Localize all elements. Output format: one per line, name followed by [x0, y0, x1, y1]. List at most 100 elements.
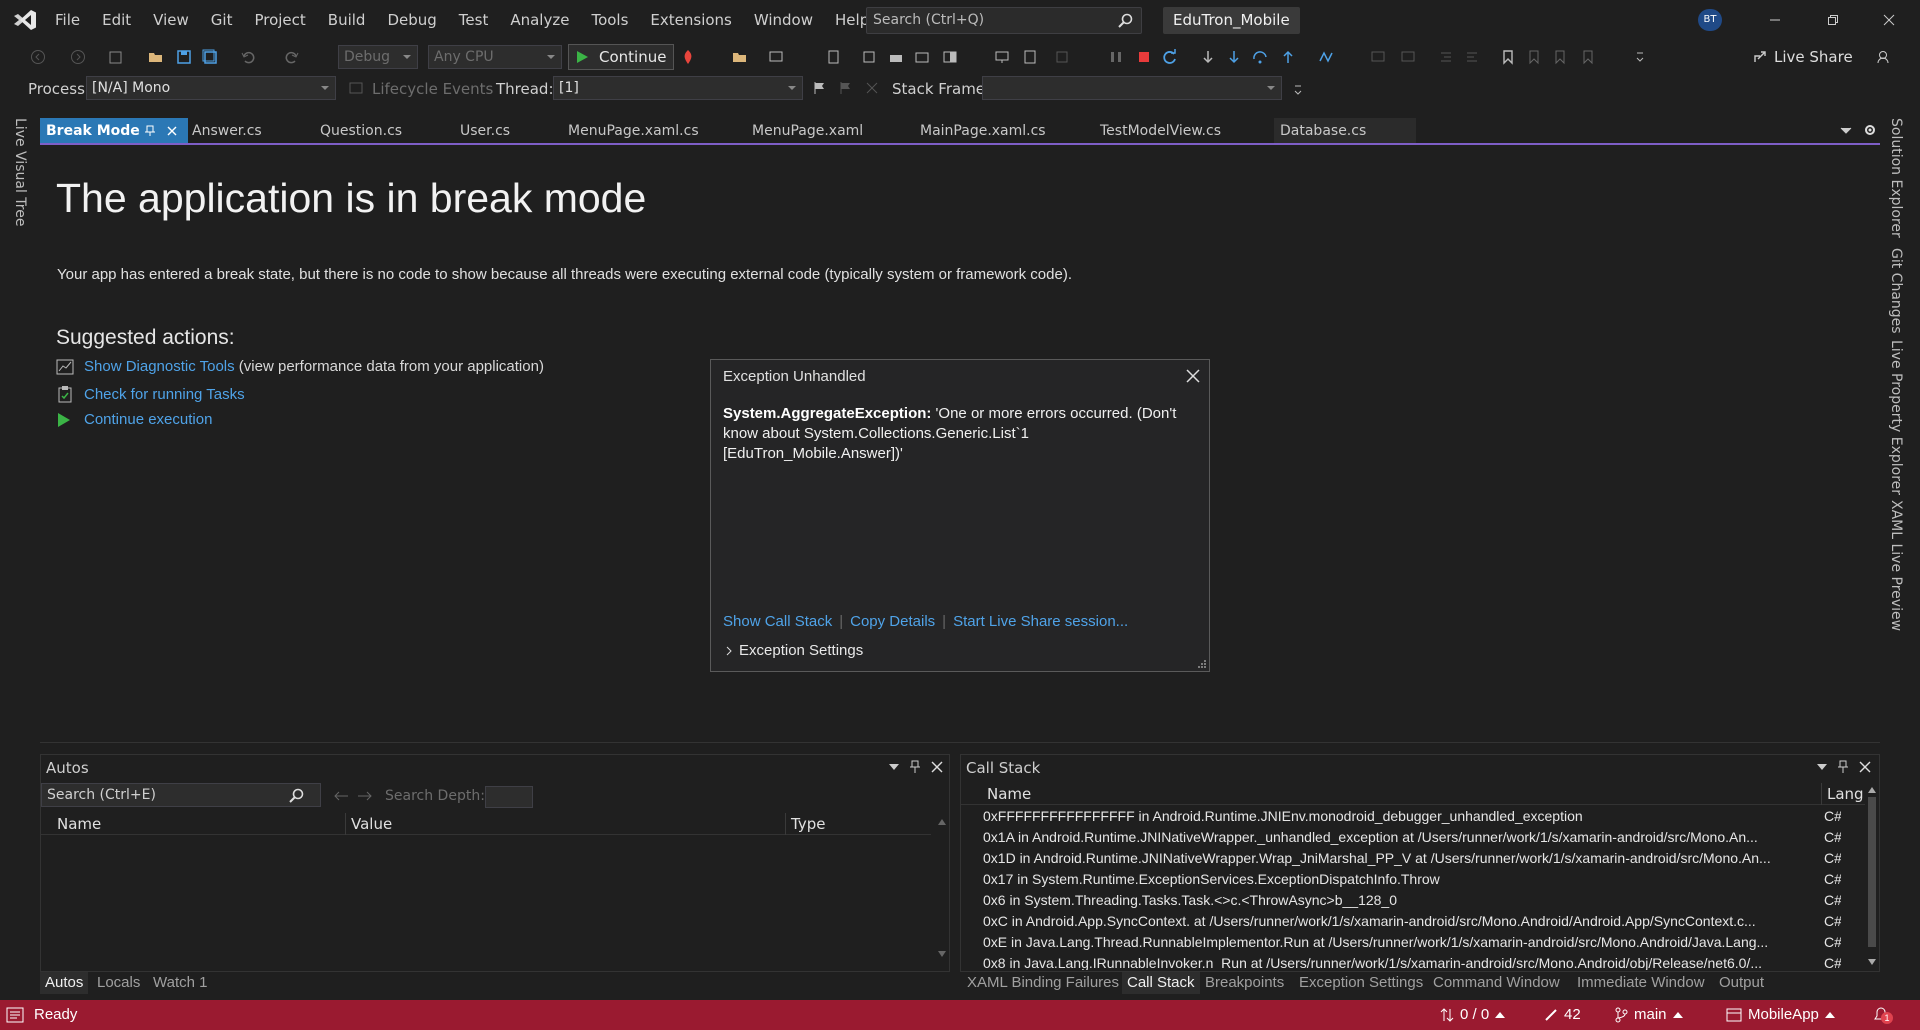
column-name[interactable]: Name	[987, 785, 1031, 803]
live-property-explorer-tab[interactable]: Live Property Explorer	[1888, 340, 1904, 495]
save-icon[interactable]	[176, 49, 192, 65]
navigate-forward-icon[interactable]	[70, 49, 86, 65]
solution-explorer-tab[interactable]: Solution Explorer	[1888, 118, 1904, 238]
clear-flags-icon[interactable]	[864, 80, 880, 96]
outdent-icon[interactable]	[1464, 49, 1480, 65]
stack-frame-dropdown[interactable]	[982, 76, 1282, 100]
redo-icon[interactable]	[284, 49, 300, 65]
tab-menupage-xaml-cs[interactable]: MenuPage.xaml.cs	[562, 118, 746, 144]
open-in-explorer-icon[interactable]	[732, 49, 748, 65]
avatar[interactable]: BT	[1698, 9, 1722, 31]
table-row[interactable]: 0xC in Android.App.SyncContext. at /User…	[961, 911, 1841, 932]
layout-icon[interactable]	[942, 49, 958, 65]
break-all-icon[interactable]	[1054, 49, 1070, 65]
call-stack-scrollbar[interactable]	[1865, 783, 1879, 971]
table-row[interactable]: 0xE in Java.Lang.Thread.RunnableImplemen…	[961, 932, 1841, 953]
table-row[interactable]: 0x1D in Android.Runtime.JNINativeWrapper…	[961, 848, 1841, 869]
search-back-icon[interactable]	[333, 790, 349, 802]
search-input[interactable]: Search (Ctrl+Q)	[866, 7, 1142, 34]
menu-debug[interactable]: Debug	[376, 0, 447, 40]
step-over-icon[interactable]	[1252, 49, 1268, 65]
gear-icon[interactable]	[1863, 123, 1877, 137]
tab-exception-settings[interactable]: Exception Settings	[1294, 972, 1428, 994]
feedback-icon[interactable]	[1876, 49, 1892, 65]
tablet-icon[interactable]	[1022, 49, 1038, 65]
step-into-icon[interactable]	[1226, 49, 1242, 65]
tab-testmodelview-cs[interactable]: TestModelView.cs	[1094, 118, 1274, 144]
close-exception-icon[interactable]	[1185, 368, 1201, 384]
step-icon[interactable]	[862, 49, 878, 65]
menu-git[interactable]: Git	[200, 0, 244, 40]
flag-thread-icon[interactable]	[812, 80, 828, 96]
copy-details-link[interactable]: Copy Details	[850, 613, 935, 630]
pin-icon[interactable]	[909, 760, 921, 774]
restore-button[interactable]	[1810, 0, 1856, 40]
close-panel-icon[interactable]	[931, 761, 943, 773]
tab-answer-cs[interactable]: Answer.cs	[186, 118, 312, 144]
close-window-button[interactable]	[1866, 0, 1912, 40]
tab-question-cs[interactable]: Question.cs	[314, 118, 452, 144]
platform-dropdown[interactable]: Any CPU	[428, 45, 562, 69]
search-forward-icon[interactable]	[357, 790, 373, 802]
tab-locals[interactable]: Locals	[92, 972, 145, 994]
navigate-back-icon[interactable]	[30, 49, 46, 65]
toolbar-overflow-icon[interactable]	[1290, 82, 1306, 98]
tab-autos[interactable]: Autos	[40, 972, 89, 994]
step-out-icon[interactable]	[1280, 49, 1296, 65]
show-call-stack-link[interactable]: Show Call Stack	[723, 613, 832, 630]
continue-button[interactable]: Continue	[568, 44, 674, 70]
open-folder-icon[interactable]	[148, 49, 164, 65]
tab-mainpage-xaml-cs[interactable]: MainPage.xaml.cs	[914, 118, 1096, 144]
hex-display-icon[interactable]	[1318, 49, 1334, 65]
new-project-icon[interactable]	[108, 49, 124, 65]
tab-call-stack[interactable]: Call Stack	[1122, 972, 1200, 994]
table-row[interactable]: 0x1A in Android.Runtime.JNINativeWrapper…	[961, 827, 1841, 848]
restart-icon[interactable]	[1162, 49, 1178, 65]
solution-name[interactable]: EduTron_Mobile	[1163, 7, 1300, 34]
previous-bookmark-icon[interactable]	[1526, 49, 1542, 65]
menu-build[interactable]: Build	[317, 0, 377, 40]
table-row[interactable]: 0x6 in System.Threading.Tasks.Task.<>c.<…	[961, 890, 1841, 911]
bookmark-icon[interactable]	[1500, 49, 1516, 65]
repository-status[interactable]: MobileApp	[1726, 1006, 1835, 1023]
tab-immediate-window[interactable]: Immediate Window	[1572, 972, 1710, 994]
screenshot-icon[interactable]	[914, 49, 930, 65]
toolbar-overflow-icon[interactable]	[1632, 49, 1648, 65]
menu-analyze[interactable]: Analyze	[499, 0, 580, 40]
scroll-thumb[interactable]	[1868, 797, 1876, 947]
show-next-statement-icon[interactable]	[1200, 49, 1216, 65]
uncomment-icon[interactable]	[1400, 49, 1416, 65]
pin-icon[interactable]	[1837, 760, 1849, 774]
tab-break-mode[interactable]: Break Mode	[40, 118, 188, 144]
tab-breakpoints[interactable]: Breakpoints	[1200, 972, 1289, 994]
pin-icon[interactable]	[144, 125, 156, 137]
column-lang[interactable]: Lang	[1827, 785, 1864, 803]
start-live-share-link[interactable]: Start Live Share session...	[953, 613, 1128, 630]
tab-list-dropdown-icon[interactable]	[1840, 127, 1852, 135]
panel-dropdown-icon[interactable]	[889, 764, 899, 770]
menu-test[interactable]: Test	[448, 0, 500, 40]
close-tab-icon[interactable]	[166, 125, 178, 137]
monitor-icon[interactable]	[994, 49, 1010, 65]
search-depth-dropdown[interactable]	[485, 786, 533, 808]
configuration-dropdown[interactable]: Debug	[338, 45, 418, 69]
tab-command-window[interactable]: Command Window	[1428, 972, 1565, 994]
autos-scrollbar[interactable]	[935, 815, 949, 963]
undo-icon[interactable]	[240, 49, 256, 65]
stop-icon[interactable]	[1136, 49, 1152, 65]
column-type[interactable]: Type	[791, 815, 825, 833]
menu-view[interactable]: View	[142, 0, 200, 40]
save-all-icon[interactable]	[202, 49, 218, 65]
column-value[interactable]: Value	[351, 815, 392, 833]
hot-reload-icon[interactable]	[680, 49, 696, 65]
check-running-tasks-link[interactable]: Check for running Tasks	[84, 386, 245, 403]
panel-dropdown-icon[interactable]	[1817, 764, 1827, 770]
column-name[interactable]: Name	[57, 815, 101, 833]
show-diagnostic-tools-link[interactable]: Show Diagnostic Tools	[84, 358, 235, 375]
exception-settings-expander[interactable]: Exception Settings	[725, 642, 863, 659]
tab-xaml-binding-failures[interactable]: XAML Binding Failures	[962, 972, 1124, 994]
thread-dropdown[interactable]: [1]	[553, 76, 803, 100]
comment-icon[interactable]	[1370, 49, 1386, 65]
clear-bookmarks-icon[interactable]	[1580, 49, 1596, 65]
process-dropdown[interactable]: [N/A] Mono	[86, 76, 336, 100]
